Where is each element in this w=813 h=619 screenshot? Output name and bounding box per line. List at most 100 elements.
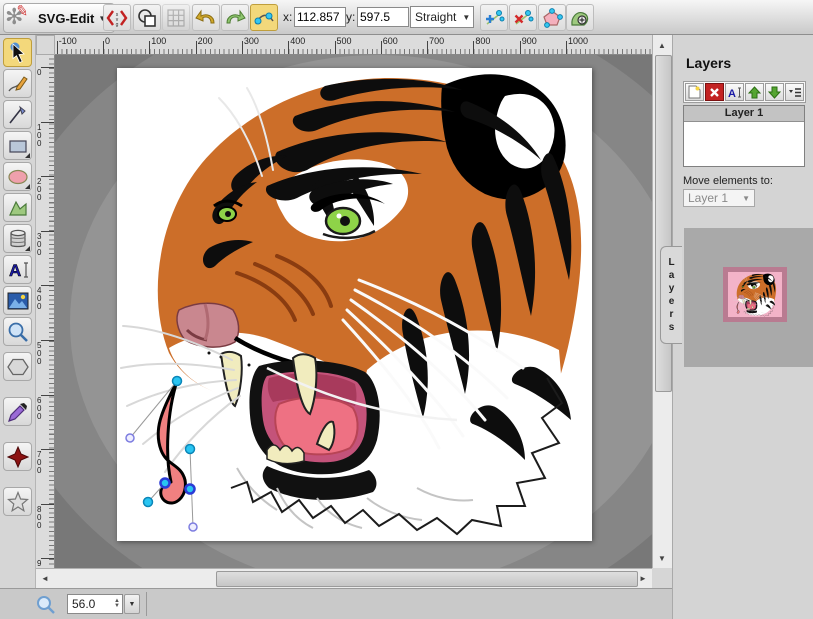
ruler-tick (288, 41, 289, 54)
tool-line[interactable] (3, 100, 32, 129)
ruler-tick (41, 340, 54, 341)
ruler-tick (41, 285, 54, 286)
scroll-left-arrow[interactable]: ◄ (36, 570, 54, 586)
ruler-label: -100 (59, 36, 77, 46)
layer-options-button[interactable] (785, 83, 804, 101)
layers-tab-letter: a (669, 269, 675, 282)
ruler-tick (566, 41, 567, 54)
move-elements-value: Layer 1 (688, 191, 728, 205)
tool-star[interactable] (3, 487, 32, 516)
status-bar: 56.0 ▲▼ ▼ (0, 588, 672, 619)
redo-button[interactable] (221, 4, 249, 31)
tool-image[interactable] (3, 286, 32, 315)
tool-text[interactable]: A (3, 255, 32, 284)
segment-type-select[interactable]: Straight ▼ (410, 6, 474, 28)
scroll-down-arrow[interactable]: ▼ (653, 550, 671, 566)
horizontal-scroll-thumb[interactable] (216, 571, 638, 587)
arrow-up-icon (748, 86, 761, 99)
open-close-path-button[interactable] (538, 4, 566, 31)
ruler-label: 300 (244, 36, 259, 46)
ruler-label: 400 (290, 36, 305, 46)
ruler-tick (41, 122, 54, 123)
vertical-ruler: 01 0 02 0 03 0 04 0 05 0 06 0 07 0 08 0 … (36, 55, 55, 568)
zoom-preset-dropdown[interactable]: ▼ (124, 594, 140, 614)
control-handle[interactable] (126, 434, 134, 442)
tool-polygon[interactable] (3, 352, 32, 381)
delete-node-button[interactable] (509, 4, 537, 31)
clone-node-button[interactable] (480, 4, 508, 31)
spinner-icon[interactable]: ▲▼ (114, 599, 120, 609)
open-path-icon (541, 8, 563, 28)
scroll-up-arrow[interactable]: ▲ (653, 37, 671, 53)
ruler-label: 100 (151, 36, 166, 46)
ruler-tick (473, 41, 474, 54)
zoom-level-value: 56.0 (72, 597, 95, 611)
menu-list-icon (788, 87, 802, 98)
ruler-tick (41, 67, 54, 68)
grid-button[interactable] (162, 4, 190, 31)
undo-button[interactable] (192, 4, 220, 31)
ruler-label: 2 0 0 (37, 178, 41, 202)
delete-layer-button[interactable] (705, 83, 724, 101)
move-layer-up-button[interactable] (745, 83, 764, 101)
ruler-label: 900 (522, 36, 537, 46)
path-node-selected[interactable] (186, 485, 195, 494)
node-x-input[interactable] (294, 7, 346, 27)
move-elements-select[interactable]: Layer 1 ▼ (683, 189, 755, 207)
path-node-selected[interactable] (161, 479, 170, 488)
path-node[interactable] (173, 377, 182, 386)
new-layer-icon (688, 85, 701, 99)
drawing-svg[interactable] (117, 68, 592, 541)
rename-layer-icon: A (728, 86, 742, 99)
svg-canvas[interactable] (117, 68, 592, 541)
horizontal-scrollbar[interactable]: ◄ ► (36, 568, 652, 588)
workspace (55, 55, 652, 568)
path-node[interactable] (144, 498, 153, 507)
layers-panel-tab[interactable]: Layers (660, 246, 682, 344)
add-subpath-button[interactable] (566, 4, 594, 31)
control-handle[interactable] (189, 523, 197, 531)
layer-list: Layer 1 (683, 105, 805, 167)
ruler-corner (36, 35, 55, 55)
node-y-input[interactable] (357, 7, 409, 27)
tool-zoom[interactable] (3, 317, 32, 346)
undo-icon (195, 8, 217, 28)
main-menu-button[interactable]: ✻✎ SVG-Edit ▼ (3, 3, 115, 33)
ruler-tick (41, 504, 54, 505)
tool-shape-library[interactable] (3, 224, 32, 253)
tool-eyedropper[interactable] (3, 397, 32, 426)
tool-ellipse[interactable] (3, 162, 32, 191)
link-control-points-toggle[interactable] (250, 4, 278, 31)
ruler-tick (41, 395, 54, 396)
svg-source-icon: s v g (106, 8, 128, 28)
new-layer-button[interactable] (685, 83, 704, 101)
shapes-icon (137, 8, 157, 28)
zoom-level-input[interactable]: 56.0 ▲▼ (67, 594, 123, 614)
ruler-tick (427, 41, 428, 54)
path-node[interactable] (186, 445, 195, 454)
drawing-thumbnail[interactable] (723, 267, 787, 322)
document-properties-button[interactable] (133, 4, 161, 31)
layers-tab-letter: L (668, 256, 674, 269)
move-layer-down-button[interactable] (765, 83, 784, 101)
tool-position[interactable] (3, 442, 32, 471)
ruler-label: 1 0 0 (37, 124, 41, 148)
flyout-arrow-icon (25, 246, 30, 251)
grid-icon (167, 9, 185, 27)
eyedropper-icon (7, 401, 29, 423)
layer-row[interactable]: Layer 1 (684, 106, 804, 122)
layer-toolbar: A (683, 81, 806, 103)
scrollbar-corner (652, 568, 672, 588)
tool-path[interactable] (3, 193, 32, 222)
tool-select[interactable] (3, 38, 32, 67)
layers-sidebar: Layers A (672, 35, 813, 619)
tool-rectangle[interactable] (3, 131, 32, 160)
rename-layer-button[interactable]: A (725, 83, 744, 101)
select-arrow-icon (7, 42, 29, 64)
svg-text:A: A (728, 88, 736, 99)
chevron-down-icon: ▼ (462, 13, 470, 22)
scroll-right-arrow[interactable]: ► (634, 570, 652, 586)
ruler-label: 7 0 0 (37, 451, 41, 475)
tool-pencil[interactable] (3, 69, 32, 98)
edit-source-button[interactable]: s v g (103, 4, 131, 31)
